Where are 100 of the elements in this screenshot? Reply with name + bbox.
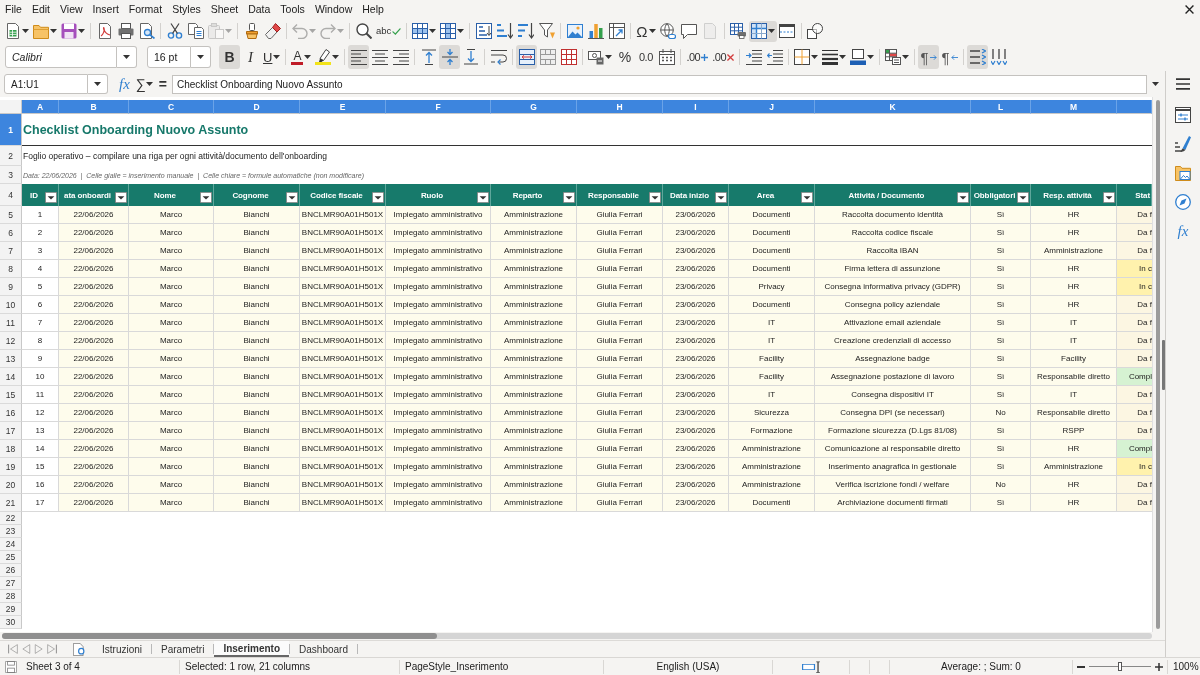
menu-item[interactable]: Styles [167, 1, 206, 18]
row-header[interactable]: 21 [0, 494, 22, 512]
filter-dropdown-icon[interactable] [477, 192, 489, 203]
zoom-percent-text[interactable]: 100% [1173, 661, 1199, 672]
row-header[interactable]: 3 [0, 166, 22, 184]
left-to-right-button[interactable]: ¶ [918, 45, 939, 69]
row-header[interactable]: 16 [0, 404, 22, 422]
print-area-button[interactable] [727, 20, 749, 42]
column-header[interactable]: H [577, 100, 663, 114]
row-header[interactable]: 5 [0, 206, 22, 224]
row-header[interactable]: 7 [0, 242, 22, 260]
merge-center-button[interactable] [516, 45, 538, 69]
row-header[interactable]: 30 [0, 616, 22, 629]
freeze-panes-button[interactable] [748, 20, 777, 42]
sheet-tab[interactable]: Inserimento [214, 641, 290, 657]
filter-dropdown-icon[interactable] [115, 192, 127, 203]
name-box-field[interactable]: A1:U1 [4, 74, 88, 94]
column-button[interactable] [438, 20, 467, 42]
row-header[interactable]: 1 [0, 114, 22, 146]
special-character-button[interactable]: Ω [634, 20, 658, 42]
menu-item[interactable]: File [0, 1, 27, 18]
row-header[interactable]: 4 [0, 184, 22, 206]
menu-icon[interactable] [1176, 78, 1190, 90]
font-color-button[interactable]: A [289, 45, 314, 69]
menu-item[interactable]: Window [309, 1, 358, 18]
menu-item[interactable]: Help [357, 1, 389, 18]
copy-button[interactable] [185, 20, 206, 42]
filter-dropdown-icon[interactable] [200, 192, 212, 203]
sort-button[interactable] [473, 20, 495, 42]
row-header[interactable]: 28 [0, 590, 22, 603]
menu-item[interactable]: Sheet [205, 1, 244, 18]
zoom-in-icon[interactable] [1155, 662, 1163, 671]
hyperlink-button[interactable] [657, 20, 679, 42]
sheet-tab[interactable]: Dashboard [290, 641, 357, 657]
row-header[interactable]: 25 [0, 551, 22, 564]
sort-descending-button[interactable] [515, 20, 537, 42]
menu-item[interactable]: Format [123, 1, 168, 18]
row-header[interactable]: 2 [0, 146, 22, 166]
column-header[interactable]: B [59, 100, 129, 114]
close-icon[interactable] [1185, 5, 1194, 14]
row-header[interactable]: 18 [0, 440, 22, 458]
text-direction-button[interactable] [967, 45, 988, 69]
column-header[interactable]: D [214, 100, 300, 114]
draw-functions-button[interactable] [804, 20, 826, 42]
row-header[interactable]: 19 [0, 458, 22, 476]
formula-button[interactable]: = [155, 74, 170, 94]
row-header[interactable]: 11 [0, 314, 22, 332]
last-sheet-icon[interactable] [47, 644, 57, 654]
menu-item[interactable]: Edit [26, 1, 55, 18]
find-replace-button[interactable] [353, 20, 374, 42]
row-button[interactable] [410, 20, 439, 42]
row-header[interactable]: 15 [0, 386, 22, 404]
filter-dropdown-icon[interactable] [563, 192, 575, 203]
font-size-field[interactable]: 16 pt [147, 46, 191, 68]
sort-ascending-button[interactable] [494, 20, 516, 42]
column-header[interactable]: J [729, 100, 815, 114]
row-header[interactable]: 8 [0, 260, 22, 278]
menu-item[interactable]: Tools [275, 1, 310, 18]
column-header[interactable]: M [1031, 100, 1117, 114]
filter-dropdown-icon[interactable] [801, 192, 813, 203]
selection-mode-icon[interactable] [801, 660, 821, 673]
align-middle-button[interactable] [439, 45, 461, 69]
delete-decimal-button[interactable]: .00 [710, 45, 736, 69]
clear-formatting-button[interactable] [262, 20, 283, 42]
paintbrush-icon[interactable] [1175, 136, 1191, 152]
row-header[interactable]: 26 [0, 564, 22, 577]
row-header[interactable]: 13 [0, 350, 22, 368]
add-decimal-button[interactable]: .00 [684, 45, 711, 69]
compass-icon[interactable] [1175, 194, 1191, 210]
filter-dropdown-icon[interactable] [286, 192, 298, 203]
right-to-left-button[interactable]: ¶ [939, 45, 960, 69]
vertical-scrollbar[interactable] [1156, 100, 1160, 629]
filter-dropdown-icon[interactable] [372, 192, 384, 203]
row-header[interactable]: 22 [0, 512, 22, 525]
zoom-out-icon[interactable] [1077, 665, 1085, 668]
row-header[interactable]: 9 [0, 278, 22, 296]
row-header[interactable]: 20 [0, 476, 22, 494]
filter-dropdown-icon[interactable] [649, 192, 661, 203]
row-header[interactable]: 27 [0, 577, 22, 590]
row-header[interactable]: 14 [0, 368, 22, 386]
underline-button[interactable]: U [261, 45, 283, 69]
pivot-table-button[interactable] [606, 20, 628, 42]
bold-button[interactable]: B [219, 45, 240, 69]
filter-dropdown-icon[interactable] [45, 192, 57, 203]
menu-item[interactable]: Insert [87, 1, 124, 18]
menu-item[interactable]: View [55, 1, 88, 18]
column-header[interactable]: F [386, 100, 491, 114]
sheet-tab[interactable]: Istruzioni [93, 641, 151, 657]
filter-dropdown-icon[interactable] [1103, 192, 1115, 203]
font-name-dropdown[interactable] [117, 46, 137, 68]
formula-input-field[interactable]: Checklist Onboarding Nuovo Assunto [172, 74, 1147, 94]
properties-icon[interactable] [1175, 107, 1191, 123]
add-sheet-icon[interactable] [73, 642, 85, 656]
italic-button[interactable]: I [240, 45, 261, 69]
horizontal-scrollbar[interactable] [2, 633, 1152, 639]
folder-image-icon[interactable] [1175, 165, 1191, 181]
column-header[interactable]: E [300, 100, 386, 114]
row-header[interactable]: 24 [0, 538, 22, 551]
menu-item[interactable]: Data [243, 1, 276, 18]
functions-button[interactable]: fx [1177, 223, 1189, 239]
